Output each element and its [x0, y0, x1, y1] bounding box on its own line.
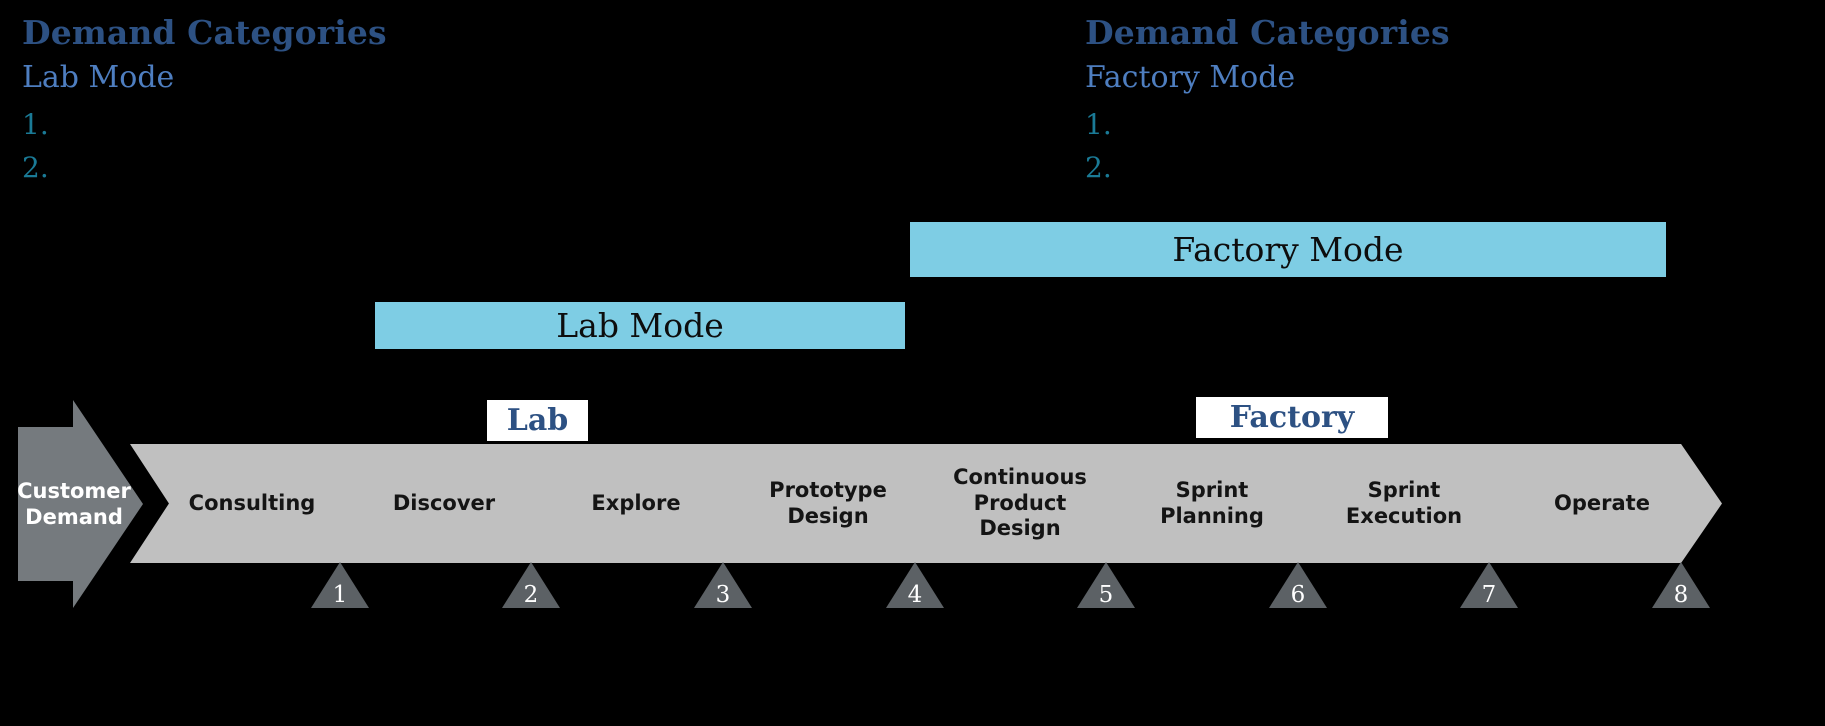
phase-chip-lab: Lab	[487, 400, 588, 441]
header-lab-mode: Demand Categories Lab Mode 1. 2.	[22, 16, 387, 197]
milestone-marker-3[interactable]: 3	[694, 562, 752, 608]
milestone-marker-4[interactable]: 4	[886, 562, 944, 608]
header-factory-subtitle: Factory Mode	[1085, 60, 1296, 95]
milestone-marker-8[interactable]: 8	[1652, 562, 1710, 608]
milestone-number: 2	[523, 582, 539, 608]
milestone-number: 7	[1481, 582, 1497, 608]
header-factory-list: 1. 2.	[1085, 111, 1450, 182]
milestone-marker-2[interactable]: 2	[502, 562, 560, 608]
process-stage-track: Consulting Discover Explore Prototype Desig…	[0, 444, 1825, 564]
milestone-number: 5	[1098, 582, 1114, 608]
factory-mode-range-bar: Factory Mode	[910, 222, 1666, 277]
header-lab-subtitle: Lab Mode	[22, 60, 175, 95]
header-lab-list: 1. 2.	[22, 111, 387, 182]
lab-mode-range-bar: Lab Mode	[375, 302, 905, 349]
header-factory-list-item: 1.	[1085, 108, 1112, 141]
diagram-canvas: Demand Categories Lab Mode 1. 2. Demand …	[0, 0, 1825, 726]
milestone-marker-5[interactable]: 5	[1077, 562, 1135, 608]
milestone-number: 6	[1290, 582, 1306, 608]
process-stage-1[interactable]: Consulting	[130, 444, 366, 563]
milestone-number: 4	[907, 582, 923, 608]
customer-demand-arrow	[18, 400, 143, 608]
header-factory-list-item: 2.	[1085, 151, 1112, 184]
header-lab-list-item: 1.	[22, 108, 49, 141]
process-stage-label: Prototype Design	[769, 477, 887, 528]
process-stage-label: Sprint Execution	[1345, 477, 1463, 528]
header-lab-title: Demand Categories	[22, 13, 387, 52]
header-factory-mode: Demand Categories Factory Mode 1. 2.	[1085, 16, 1450, 197]
milestone-marker-7[interactable]: 7	[1460, 562, 1518, 608]
header-lab-list-item: 2.	[22, 151, 49, 184]
milestone-number: 8	[1673, 582, 1689, 608]
process-stage-label: Sprint Planning	[1160, 477, 1264, 528]
milestone-marker-1[interactable]: 1	[311, 562, 369, 608]
process-stage-label: Operate	[1554, 490, 1650, 515]
milestone-marker-6[interactable]: 6	[1269, 562, 1327, 608]
process-stage-label: Continuous Product Design	[953, 465, 1087, 541]
process-stage-label: Discover	[392, 490, 496, 515]
header-factory-title: Demand Categories	[1085, 13, 1450, 52]
process-stage-label: Consulting	[188, 490, 316, 515]
milestone-number: 3	[715, 582, 731, 608]
milestone-number: 1	[332, 582, 348, 608]
process-stage-label: Explore	[591, 490, 681, 515]
phase-chip-factory: Factory	[1196, 397, 1388, 438]
